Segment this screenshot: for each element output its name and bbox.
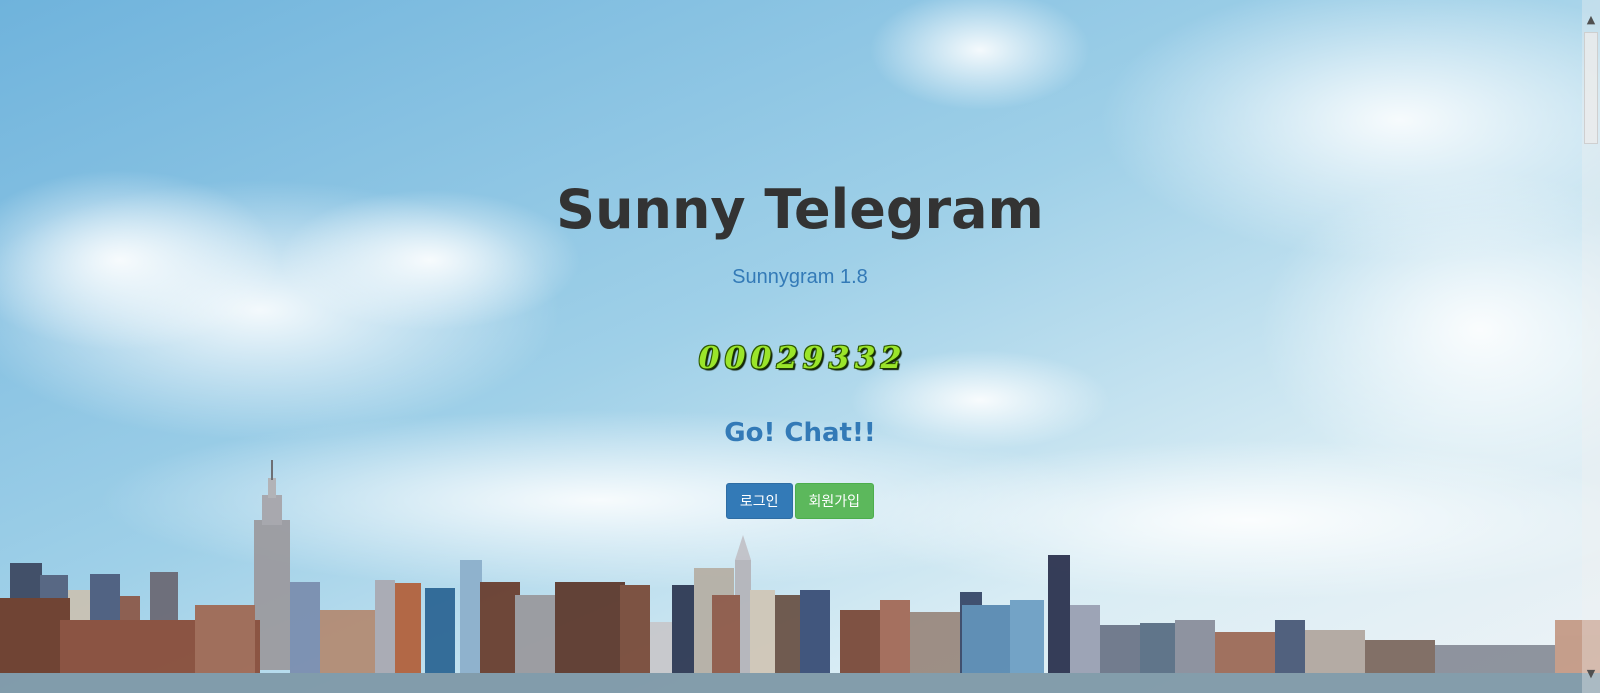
counter-digit: 2 [776,341,798,376]
scroll-down-arrow-icon[interactable]: ▼ [1582,664,1600,682]
counter-digit: 2 [880,341,902,376]
version-subtitle: Sunnygram 1.8 [732,266,868,288]
page-title: Sunny Telegram [556,178,1044,241]
auth-button-group: 로그인 회원가입 [0,483,1600,519]
scroll-up-arrow-icon[interactable]: ▲ [1582,10,1600,28]
scrollbar-thumb[interactable] [1584,32,1598,144]
counter-digit: 0 [724,341,746,376]
login-button[interactable]: 로그인 [725,483,793,519]
signup-button[interactable]: 회원가입 [794,483,875,519]
counter-digit: 3 [854,341,876,376]
counter-digit: 3 [828,341,850,376]
visitor-counter: 0 0 0 2 9 3 3 2 [0,344,1600,374]
page-viewport: Sunny Telegram Sunnygram 1.8 0 0 0 2 9 3… [0,0,1600,693]
go-chat-tagline: Go! Chat!! [724,418,876,448]
vertical-scrollbar[interactable]: ▲ ▼ [1582,0,1600,693]
counter-digit: 0 [698,341,720,376]
counter-digit: 9 [802,341,824,376]
counter-digit: 0 [750,341,772,376]
